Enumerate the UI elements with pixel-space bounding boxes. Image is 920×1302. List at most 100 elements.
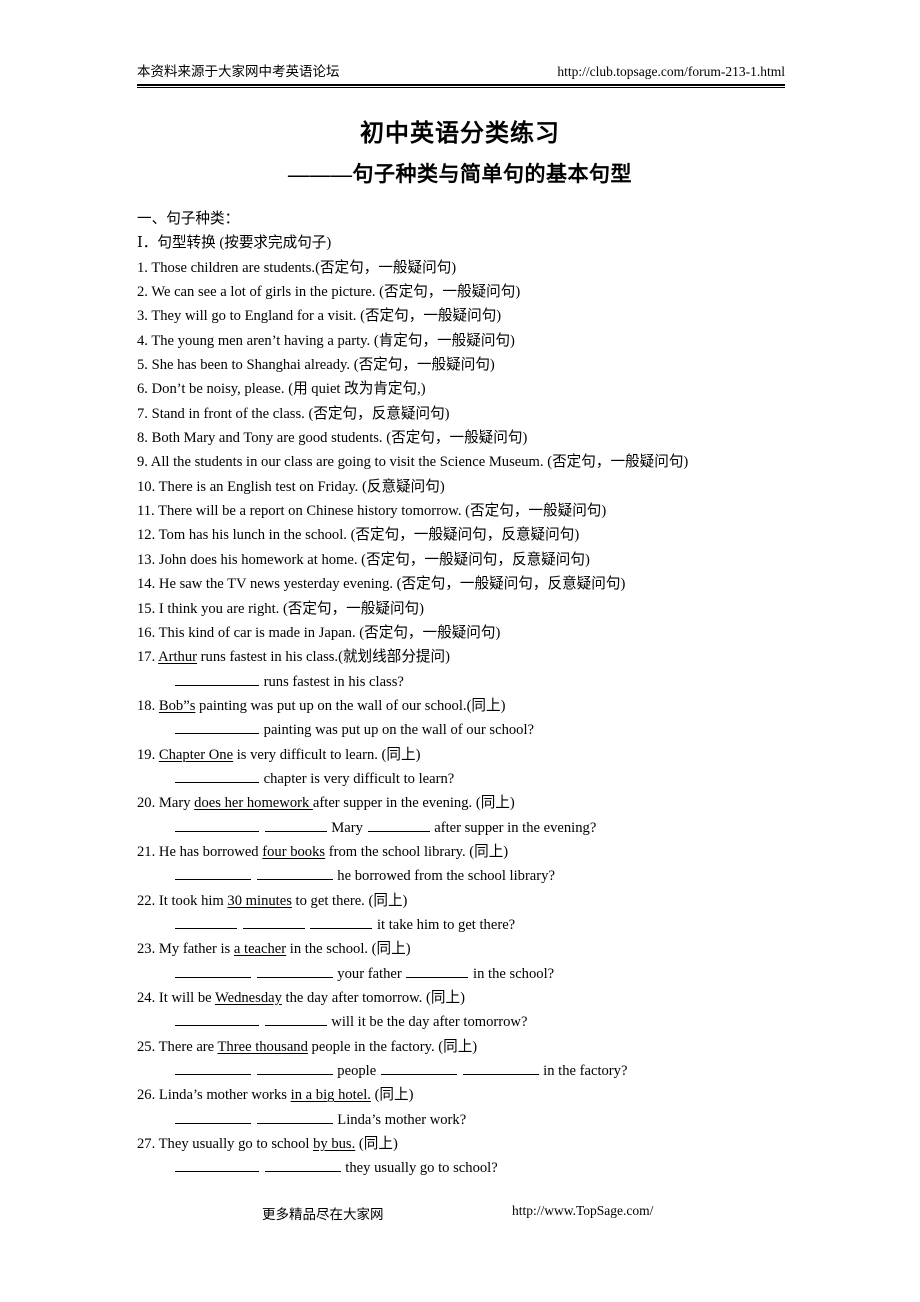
answer-blank[interactable] [256,865,333,881]
item-number: 1. [137,259,148,276]
item-number: 3. [137,308,148,325]
answer-blank[interactable] [175,1109,251,1124]
item-underlined-target: a teacher [233,941,287,958]
answer-line: people in the factory? [137,1059,837,1083]
answer-blank[interactable] [406,963,469,978]
exercise-item: 2. We can see a lot of girls in the pict… [137,280,837,304]
item-tag: (否定句，一般疑问句) [360,308,502,325]
item-sentence: Don’t be noisy, please. [151,381,289,398]
answer-tail-text: chapter is very difficult to learn? [260,770,455,787]
answer-blank[interactable] [175,1158,259,1173]
item-sentence-rest: after supper in the evening. [312,795,476,812]
item-sentence-pre: Linda’s mother works [158,1087,291,1104]
answer-blank[interactable] [256,1109,333,1124]
item-number: 20. [137,795,156,812]
item-number: 17. [137,649,156,666]
answer-blank[interactable] [175,963,251,978]
item-sentence: Stand in front of the class. [151,405,309,422]
answer-blank[interactable] [264,1011,327,1027]
item-underlined-target: Arthur [158,649,198,666]
item-tag: (否定句，一般疑问句) [359,624,501,641]
item-sentence: John does his homework at home. [158,551,362,568]
answer-line: he borrowed from the school library? [137,864,837,888]
answer-blank[interactable] [175,914,237,929]
exercise-item: 26. Linda’s mother works in a big hotel.… [137,1083,837,1107]
answer-blank[interactable] [264,1158,341,1173]
exercise-item: 7. Stand in front of the class. (否定句，反意疑… [137,402,837,426]
item-sentence-rest: to get there. [291,892,369,909]
answer-blank[interactable] [175,719,259,735]
exercise-item: 25. There are Three thousand people in t… [137,1035,837,1059]
item-tag: (否定句，一般疑问句) [465,503,607,520]
exercise-item: 4. The young men aren’t having a party. … [137,329,837,353]
answer-blank[interactable] [367,817,430,832]
exercise-item: 5. She has been to Shanghai already. (否定… [137,353,837,377]
item-number: 11. [137,503,155,520]
exercise-item: 24. It will be Wednesday the day after t… [137,986,837,1010]
item-tag: (否定句，一般疑问句) [282,600,425,617]
item-number: 8. [137,430,148,447]
answer-blank[interactable] [175,1011,259,1027]
item-sentence: There will be a report on Chinese histor… [158,503,466,520]
item-underlined-target: four books [262,843,326,860]
exercise-item: 11. There will be a report on Chinese hi… [137,499,837,523]
item-underlined-target: Three thousand [217,1038,308,1055]
item-tag: (同上) [371,941,411,958]
item-tag: (否定句，一般疑问句，反意疑问句) [396,576,626,593]
item-number: 16. [137,624,156,641]
answer-blank[interactable] [175,768,259,783]
item-number: 15. [137,600,156,617]
answer-blank[interactable] [380,1060,457,1076]
item-number: 27. [137,1136,156,1153]
page-title: 初中英语分类练习 [360,121,560,147]
answer-blank[interactable] [242,914,305,929]
answer-blank[interactable] [462,1060,539,1076]
item-number: 18. [137,697,156,714]
item-sentence: We can see a lot of girls in the picture… [151,284,380,301]
item-sentence: Those children are students. [151,259,316,276]
answer-blank[interactable] [175,817,259,832]
header-source-text: 本资料来源于大家网中考英语论坛 [137,64,340,79]
answer-blank[interactable] [310,914,373,929]
answer-blank[interactable] [256,1060,333,1076]
item-number: 2. [137,284,148,301]
item-tag: (同上) [368,892,408,909]
item-tag: (否定句，一般疑问句) [379,284,521,301]
item-number: 24. [137,990,156,1006]
exercise-item: 17. Arthur runs fastest in his class.(就划… [137,645,837,669]
item-sentence: Tom has his lunch in the school. [158,527,351,544]
item-underlined-target: does her homework [194,795,313,812]
document-page: 本资料来源于大家网中考英语论坛 http://club.topsage.com/… [0,0,920,1302]
exercise-item: 1. Those children are students.(否定句，一般疑问… [137,256,837,280]
section-heading-one: 一、句子种类： [137,211,240,227]
answer-blank[interactable] [264,817,327,832]
answer-line: chapter is very difficult to learn? [137,767,837,791]
item-sentence-pre: He has borrowed [158,843,263,860]
exercise-content: 一、句子种类： Ⅰ．句型转换 (按要求完成句子) 1. Those childr… [137,207,837,1181]
answer-tail-text: Linda’s mother work? [333,1111,467,1128]
exercise-item: 16. This kind of car is made in Japan. (… [137,621,837,645]
item-sentence-pre: It will be [158,990,215,1006]
page-subtitle: ———句子种类与简单句的基本句型 [288,162,632,186]
exercise-item: 9. All the students in our class are goi… [137,450,837,474]
item-number: 7. [137,405,148,422]
answer-blank[interactable] [175,1060,251,1076]
answer-tail-text: will it be the day after tomorrow? [327,1014,528,1031]
item-underlined-target: 30 minutes [227,892,292,909]
answer-blank[interactable] [175,671,259,686]
item-tag: (同上) [469,843,509,860]
item-number: 10. [137,478,156,495]
item-tag: (同上) [438,1038,478,1055]
header-forum-url: http://club.topsage.com/forum-213-1.html [557,64,785,79]
exercise-item: 10. There is an English test on Friday. … [137,475,837,499]
answer-line: painting was put up on the wall of our s… [137,718,837,742]
answer-line: it take him to get there? [137,913,837,937]
answer-line: they usually go to school? [137,1156,837,1180]
answer-blank[interactable] [256,963,333,978]
item-sentence-rest: is very difficult to learn. [233,746,382,763]
item-tag: (就划线部分提问) [338,649,450,666]
item-number: 25. [137,1038,156,1055]
item-sentence: He saw the TV news yesterday evening. [158,576,397,593]
item-number: 9. [137,454,148,471]
answer-blank[interactable] [175,865,251,881]
